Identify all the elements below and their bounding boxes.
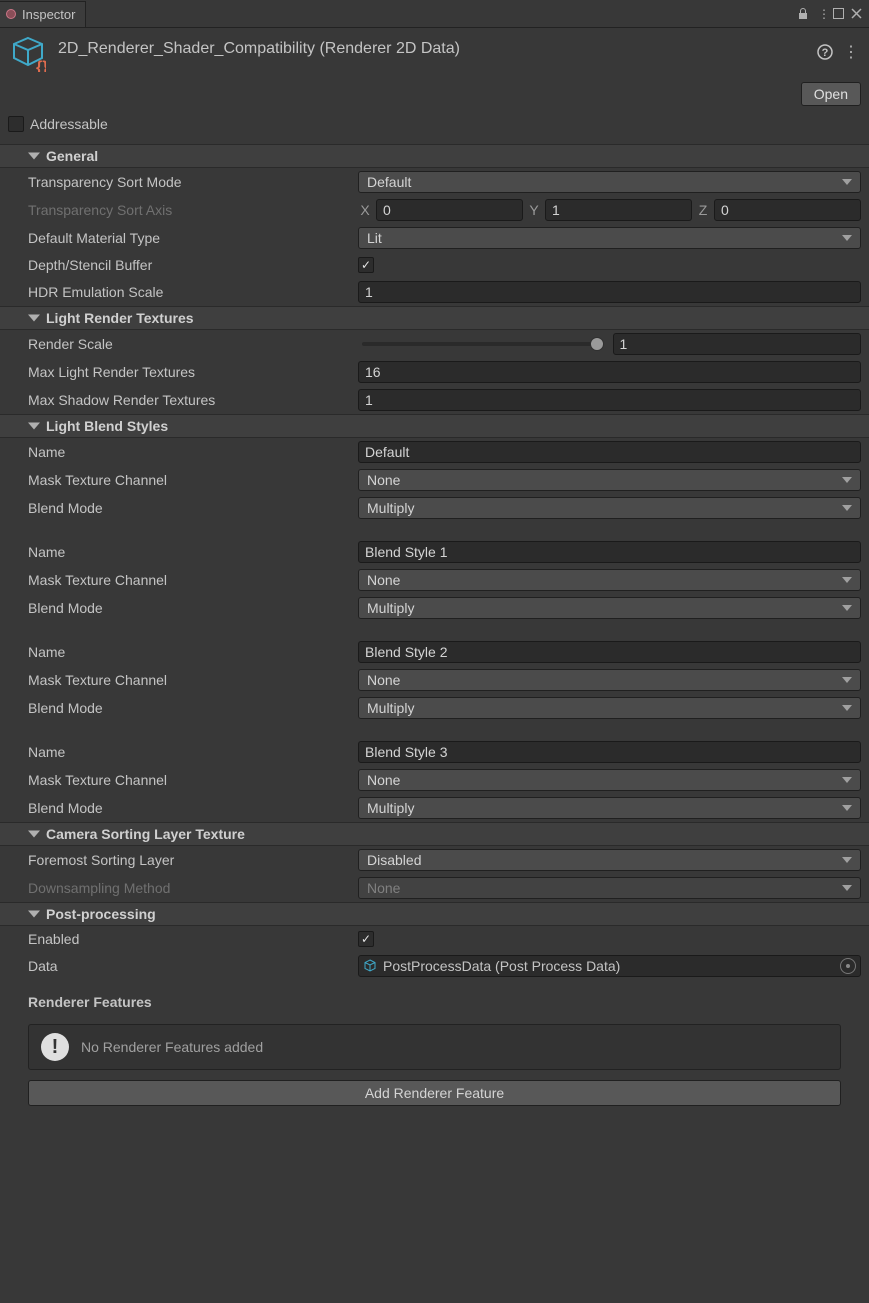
blend-name-label: Name — [28, 744, 358, 760]
hdr-emulation-scale-label: HDR Emulation Scale — [28, 284, 358, 300]
info-icon: ! — [41, 1033, 69, 1061]
blend-mode-dropdown[interactable]: Multiply — [358, 797, 861, 819]
blend-name-field[interactable]: Blend Style 3 — [358, 741, 861, 763]
foremost-sorting-layer-dropdown[interactable]: Disabled — [358, 849, 861, 871]
max-shadow-textures-label: Max Shadow Render Textures — [28, 392, 358, 408]
default-material-type-label: Default Material Type — [28, 230, 358, 246]
axis-x-field[interactable]: 0 — [376, 199, 523, 221]
svg-text:{}: {} — [36, 59, 46, 72]
post-enabled-label: Enabled — [28, 931, 358, 947]
asset-title: 2D_Renderer_Shader_Compatibility (Render… — [58, 40, 805, 58]
blend-mask-dropdown[interactable]: None — [358, 469, 861, 491]
downsampling-method-label: Downsampling Method — [28, 880, 358, 896]
render-scale-slider[interactable] — [358, 333, 601, 355]
section-general[interactable]: General — [0, 144, 869, 168]
max-light-textures-field[interactable]: 16 — [358, 361, 861, 383]
addressable-label: Addressable — [30, 116, 108, 132]
axis-x-label: X — [358, 202, 372, 218]
no-features-label: No Renderer Features added — [81, 1039, 263, 1055]
axis-y-label: Y — [527, 202, 541, 218]
component-menu-icon[interactable]: ⋮ — [843, 42, 859, 62]
depth-stencil-buffer-checkbox[interactable] — [358, 257, 374, 273]
render-scale-field[interactable]: 1 — [613, 333, 862, 355]
transparency-sort-mode-label: Transparency Sort Mode — [28, 174, 358, 190]
blend-mask-dropdown[interactable]: None — [358, 669, 861, 691]
inspector-tab-icon — [6, 9, 16, 19]
blend-mask-label: Mask Texture Channel — [28, 772, 358, 788]
blend-mask-label: Mask Texture Channel — [28, 572, 358, 588]
object-picker-icon[interactable] — [840, 958, 856, 974]
axis-z-label: Z — [696, 202, 710, 218]
blend-name-field[interactable]: Blend Style 2 — [358, 641, 861, 663]
blend-mode-label: Blend Mode — [28, 800, 358, 816]
help-icon[interactable]: ? — [817, 44, 833, 60]
downsampling-method-dropdown: None — [358, 877, 861, 899]
depth-stencil-buffer-label: Depth/Stencil Buffer — [28, 257, 358, 273]
blend-mode-label: Blend Mode — [28, 500, 358, 516]
blend-mode-label: Blend Mode — [28, 600, 358, 616]
foremost-sorting-layer-label: Foremost Sorting Layer — [28, 852, 358, 868]
inspector-tab[interactable]: Inspector — [0, 1, 86, 27]
section-camera-sorting[interactable]: Camera Sorting Layer Texture — [0, 822, 869, 846]
tab-menu-icon[interactable]: ⋮ — [815, 7, 833, 21]
close-icon[interactable] — [851, 8, 869, 19]
blend-mask-dropdown[interactable]: None — [358, 569, 861, 591]
blend-mask-dropdown[interactable]: None — [358, 769, 861, 791]
post-data-field[interactable]: PostProcessData (Post Process Data) — [358, 955, 861, 977]
add-renderer-feature-button[interactable]: Add Renderer Feature — [28, 1080, 841, 1106]
blend-name-label: Name — [28, 644, 358, 660]
lock-icon[interactable] — [797, 8, 815, 20]
section-light-render-textures[interactable]: Light Render Textures — [0, 306, 869, 330]
blend-name-label: Name — [28, 444, 358, 460]
default-material-type-dropdown[interactable]: Lit — [358, 227, 861, 249]
blend-name-field[interactable]: Default — [358, 441, 861, 463]
blend-mode-dropdown[interactable]: Multiply — [358, 597, 861, 619]
maximize-icon[interactable] — [833, 8, 851, 19]
section-light-blend-styles[interactable]: Light Blend Styles — [0, 414, 869, 438]
blend-mode-dropdown[interactable]: Multiply — [358, 497, 861, 519]
svg-text:?: ? — [822, 47, 829, 59]
transparency-sort-mode-dropdown[interactable]: Default — [358, 171, 861, 193]
renderer-features-title: Renderer Features — [0, 980, 869, 1020]
render-scale-label: Render Scale — [28, 336, 358, 352]
blend-mask-label: Mask Texture Channel — [28, 472, 358, 488]
section-post-processing[interactable]: Post-processing — [0, 902, 869, 926]
blend-mask-label: Mask Texture Channel — [28, 672, 358, 688]
axis-z-field[interactable]: 0 — [714, 199, 861, 221]
inspector-tab-label: Inspector — [22, 7, 75, 22]
axis-y-field[interactable]: 1 — [545, 199, 692, 221]
max-shadow-textures-field[interactable]: 1 — [358, 389, 861, 411]
post-data-label: Data — [28, 958, 358, 974]
blend-name-label: Name — [28, 544, 358, 560]
open-button[interactable]: Open — [801, 82, 861, 106]
no-features-info: ! No Renderer Features added — [28, 1024, 841, 1070]
addressable-checkbox[interactable] — [8, 116, 24, 132]
blend-mode-dropdown[interactable]: Multiply — [358, 697, 861, 719]
transparency-sort-axis-label: Transparency Sort Axis — [28, 202, 358, 218]
max-light-textures-label: Max Light Render Textures — [28, 364, 358, 380]
post-enabled-checkbox[interactable] — [358, 931, 374, 947]
blend-name-field[interactable]: Blend Style 1 — [358, 541, 861, 563]
hdr-emulation-scale-field[interactable]: 1 — [358, 281, 861, 303]
object-cube-icon — [363, 959, 377, 973]
blend-mode-label: Blend Mode — [28, 700, 358, 716]
asset-type-icon: {} — [10, 36, 46, 72]
